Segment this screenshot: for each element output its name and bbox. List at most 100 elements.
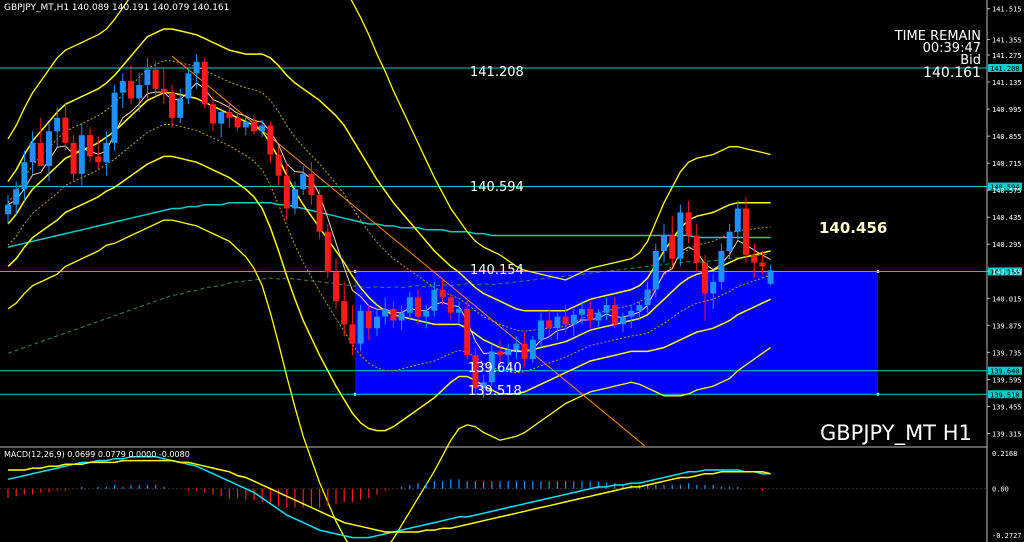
level-tag-text: 139.518 <box>990 391 1020 399</box>
candle-body <box>644 289 651 306</box>
symbol-label: GBPJPY_MT H1 <box>820 421 972 445</box>
candle-body <box>759 262 766 267</box>
symbol-info: GBPJPY_MT,H1 140.089 140.191 140.079 140… <box>4 3 230 13</box>
candle-body <box>751 254 758 263</box>
price-tick-label: 140.855 <box>992 133 1022 141</box>
candle-body <box>316 195 323 232</box>
candle-body <box>529 339 536 360</box>
candle-body <box>685 212 692 236</box>
candle-body <box>382 308 389 317</box>
candle-body <box>579 308 585 315</box>
candle-body <box>333 272 339 302</box>
bid-value: 140.161 <box>923 65 981 81</box>
candle-body <box>210 104 216 124</box>
macd-tick-label: 0.2168 <box>992 450 1017 458</box>
candle-body <box>185 73 192 99</box>
level-label-4: 139.640 <box>468 361 522 376</box>
candle-body <box>251 121 257 132</box>
price-tick-label: 140.155 <box>992 268 1022 276</box>
candle-body <box>390 308 397 321</box>
candle-body <box>169 92 175 118</box>
price-tick-label: 141.515 <box>992 6 1022 14</box>
candle-body <box>300 173 307 190</box>
price-tick-label: 139.315 <box>992 430 1022 438</box>
candle-body <box>570 314 577 325</box>
candle-body <box>226 111 233 118</box>
highlight-price: 140.456 <box>819 219 888 237</box>
candle-body <box>611 305 618 325</box>
level-tag-text: 141.208 <box>990 65 1020 73</box>
candle-body <box>78 135 85 174</box>
macd-tick-label: 0.00 <box>992 486 1009 494</box>
candle-body <box>259 125 266 132</box>
candle-body <box>324 231 331 273</box>
macd-signal-line <box>8 459 771 533</box>
candle-body <box>136 84 143 99</box>
candle-body <box>710 281 717 294</box>
macd-main-line <box>7 456 771 539</box>
candle-body <box>87 135 93 157</box>
candle-body <box>513 343 520 350</box>
price-tick-label: 140.575 <box>992 187 1022 195</box>
candle-body <box>423 310 430 317</box>
price-tick-label: 141.355 <box>992 37 1022 45</box>
candle-body <box>702 262 708 294</box>
price-tick-label: 139.455 <box>992 403 1022 411</box>
price-tick-label: 140.715 <box>992 160 1022 168</box>
candle-body <box>160 88 167 93</box>
price-tick-label: 139.875 <box>992 322 1022 330</box>
price-tick-label: 140.995 <box>992 106 1022 114</box>
candle-body <box>521 343 528 360</box>
candle-body <box>620 316 626 325</box>
level-label-3: 140.154 <box>470 263 524 278</box>
candle-body <box>734 208 741 232</box>
macd-info: MACD(12,26,9) 0.0699 0.0779 0.0000 -0.00… <box>4 450 190 459</box>
candle-body <box>357 310 364 344</box>
candle-body <box>5 204 11 215</box>
candle-body <box>177 98 184 118</box>
candle-body <box>636 305 643 311</box>
candle-body <box>70 142 77 174</box>
candle-body <box>374 316 380 329</box>
candle-body <box>669 235 676 259</box>
level-label-5: 139.518 <box>468 384 522 399</box>
candle-body <box>242 121 249 128</box>
candle-body <box>587 308 594 321</box>
candle-body <box>152 69 159 89</box>
candle-body <box>103 142 110 163</box>
level-label-2: 140.594 <box>470 180 524 195</box>
candle-body <box>456 308 462 313</box>
ma-long-line <box>7 201 771 248</box>
candle-body <box>193 61 200 74</box>
bb-upper-2-line <box>7 0 771 281</box>
candle-body <box>718 250 725 282</box>
candle-body <box>292 189 298 209</box>
candle-body <box>234 117 241 128</box>
price-tick-label: 139.595 <box>992 376 1022 384</box>
candle-body <box>447 297 454 313</box>
price-tick-label: 141.275 <box>992 52 1022 60</box>
candle-body <box>767 270 774 284</box>
candle-body <box>677 212 684 259</box>
candle-body <box>464 308 471 356</box>
candle-body <box>431 289 438 311</box>
candle-body <box>365 310 372 329</box>
price-tick-label: 139.735 <box>992 349 1022 357</box>
candle-body <box>128 81 134 99</box>
candle-body <box>693 235 700 263</box>
candle-body <box>46 131 52 167</box>
level-tag-text: 139.640 <box>990 368 1020 376</box>
candle-body <box>13 189 20 205</box>
candle-body <box>406 297 413 313</box>
candle-body <box>119 81 126 93</box>
candle-body <box>218 111 225 124</box>
candle-body <box>267 125 274 155</box>
candle-body <box>349 324 356 344</box>
candle-body <box>439 289 446 298</box>
candle-body <box>144 69 151 85</box>
candle-body <box>415 297 421 317</box>
candle-body <box>29 142 36 163</box>
price-tick-label: 140.435 <box>992 214 1022 222</box>
candle-body <box>652 250 659 290</box>
candle-body <box>111 92 118 143</box>
